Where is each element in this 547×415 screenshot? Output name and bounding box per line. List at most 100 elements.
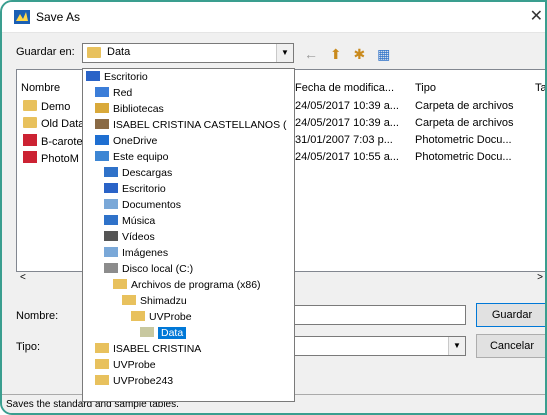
libraries-icon xyxy=(95,103,109,113)
file-name: Demo xyxy=(41,101,71,113)
dropdown-item[interactable]: Vídeos xyxy=(104,231,155,244)
scroll-right-icon[interactable]: > xyxy=(537,272,543,283)
documents-icon xyxy=(104,199,118,209)
dropdown-item-label: Red xyxy=(113,87,133,99)
dropdown-item[interactable]: ISABEL CRISTINA CASTELLANOS ( xyxy=(95,119,287,132)
folder-icon xyxy=(95,375,109,385)
network-icon xyxy=(95,87,109,97)
title-bar: Save As ✕ xyxy=(2,2,545,33)
folder-icon xyxy=(23,100,37,111)
dropdown-item[interactable]: Imágenes xyxy=(104,247,168,260)
pictures-icon xyxy=(104,247,118,257)
dropdown-item[interactable]: UVProbe xyxy=(131,311,192,324)
file-type: Photometric Docu... xyxy=(415,134,512,146)
dropdown-item[interactable]: Bibliotecas xyxy=(95,103,164,116)
folder-icon xyxy=(131,311,145,321)
dropdown-item-label: Data xyxy=(158,327,187,339)
up-folder-icon[interactable]: ⬆ xyxy=(330,46,342,62)
folder-icon xyxy=(95,343,109,353)
file-date: 31/01/2007 7:03 p... xyxy=(295,134,393,146)
dropdown-item[interactable]: Data xyxy=(140,327,187,340)
dropdown-item[interactable]: Música xyxy=(104,215,155,228)
dropdown-item[interactable]: UVProbe243 xyxy=(95,375,173,388)
desktop-icon xyxy=(86,71,100,81)
dropdown-item[interactable]: Red xyxy=(95,87,132,100)
column-type[interactable]: Tipo xyxy=(415,82,436,94)
folder-icon xyxy=(87,47,101,58)
dropdown-item[interactable]: ISABEL CRISTINA xyxy=(95,343,201,356)
dropdown-item[interactable]: Shimadzu xyxy=(122,295,187,308)
dropdown-item-label: UVProbe xyxy=(113,359,156,371)
photometric-doc-icon xyxy=(23,134,37,146)
scroll-left-icon[interactable]: < xyxy=(20,272,26,283)
dropdown-item-label: Escritorio xyxy=(122,183,166,195)
dropdown-item-label: Documentos xyxy=(122,199,181,211)
window-title: Save As xyxy=(36,10,81,24)
folder-icon xyxy=(122,295,136,305)
dropdown-item-label: Archivos de programa (x86) xyxy=(131,279,261,291)
dropdown-item-label: Shimadzu xyxy=(140,295,187,307)
column-name[interactable]: Nombre xyxy=(21,82,60,94)
music-icon xyxy=(104,215,118,225)
dropdown-item[interactable]: UVProbe xyxy=(95,359,156,372)
app-icon xyxy=(14,10,30,24)
dropdown-item-label: Vídeos xyxy=(122,231,155,243)
dropdown-item[interactable]: Este equipo xyxy=(95,151,168,164)
file-type: Photometric Docu... xyxy=(415,151,512,163)
dropdown-item[interactable]: Descargas xyxy=(104,167,172,180)
computer-icon xyxy=(95,151,109,161)
photometric-doc-icon xyxy=(23,151,37,163)
new-folder-icon[interactable]: ✱ xyxy=(354,46,366,62)
onedrive-icon xyxy=(95,135,109,145)
folder-icon xyxy=(95,359,109,369)
type-label: Tipo: xyxy=(16,341,41,353)
dropdown-item-label: Disco local (C:) xyxy=(122,263,194,275)
back-icon[interactable]: ← xyxy=(304,46,318,62)
cancel-button[interactable]: Cancelar xyxy=(476,334,545,358)
name-label: Nombre: xyxy=(16,310,59,322)
dropdown-item[interactable]: Disco local (C:) xyxy=(104,263,193,276)
dropdown-item[interactable]: OneDrive xyxy=(95,135,157,148)
desktop-icon xyxy=(104,183,118,193)
dropdown-item-label: UVProbe xyxy=(149,311,192,323)
save-as-dialog: Save As ✕ Guardar en: Data ▼ ← ⬆ ✱ ▦ Nom… xyxy=(0,0,547,415)
dropdown-item-label: Descargas xyxy=(122,167,173,179)
dropdown-item-label: ISABEL CRISTINA xyxy=(113,343,202,355)
save-in-value: Data xyxy=(107,46,131,58)
user-icon xyxy=(95,119,109,129)
close-icon[interactable]: ✕ xyxy=(530,6,543,26)
dropdown-item-label: Bibliotecas xyxy=(113,103,164,115)
file-date: 24/05/2017 10:55 a... xyxy=(295,151,399,163)
save-button[interactable]: Guardar xyxy=(476,303,545,327)
file-name: B-carote xyxy=(41,136,83,148)
drive-icon xyxy=(104,263,118,273)
folder-icon xyxy=(113,279,127,289)
file-type: Carpeta de archivos xyxy=(415,117,514,129)
dropdown-item[interactable]: Archivos de programa (x86) xyxy=(113,279,261,292)
dropdown-item[interactable]: Escritorio xyxy=(104,183,166,196)
save-in-dropdown[interactable]: Escritorio Red Bibliotecas ISABEL CRISTINA … xyxy=(82,68,295,402)
dropdown-item-label: Imágenes xyxy=(122,247,169,259)
dropdown-item-label: Este equipo xyxy=(113,151,169,163)
file-name: Old Data xyxy=(41,118,85,130)
file-date: 24/05/2017 10:39 a... xyxy=(295,100,399,112)
file-name: PhotoM xyxy=(41,153,79,165)
folder-icon xyxy=(23,117,37,128)
dropdown-item[interactable]: Escritorio xyxy=(86,71,148,84)
chevron-down-icon[interactable]: ▼ xyxy=(448,337,465,355)
dropdown-item[interactable]: Documentos xyxy=(104,199,181,212)
file-type: Carpeta de archivos xyxy=(415,100,514,112)
file-date: 24/05/2017 10:39 a... xyxy=(295,117,399,129)
chevron-down-icon[interactable]: ▼ xyxy=(276,44,293,62)
dropdown-item-label: OneDrive xyxy=(113,135,158,147)
folder-open-icon xyxy=(140,327,154,337)
videos-icon xyxy=(104,231,118,241)
dropdown-item-label: Música xyxy=(122,215,156,227)
save-in-label: Guardar en: xyxy=(16,46,75,58)
column-date[interactable]: Fecha de modifica... xyxy=(295,82,394,94)
view-menu-icon[interactable]: ▦ xyxy=(377,46,390,62)
save-in-combo[interactable]: Data ▼ xyxy=(82,43,294,63)
column-size[interactable]: Ta xyxy=(535,82,545,94)
downloads-icon xyxy=(104,167,118,177)
dropdown-item-label: ISABEL CRISTINA CASTELLANOS ( xyxy=(113,119,287,131)
